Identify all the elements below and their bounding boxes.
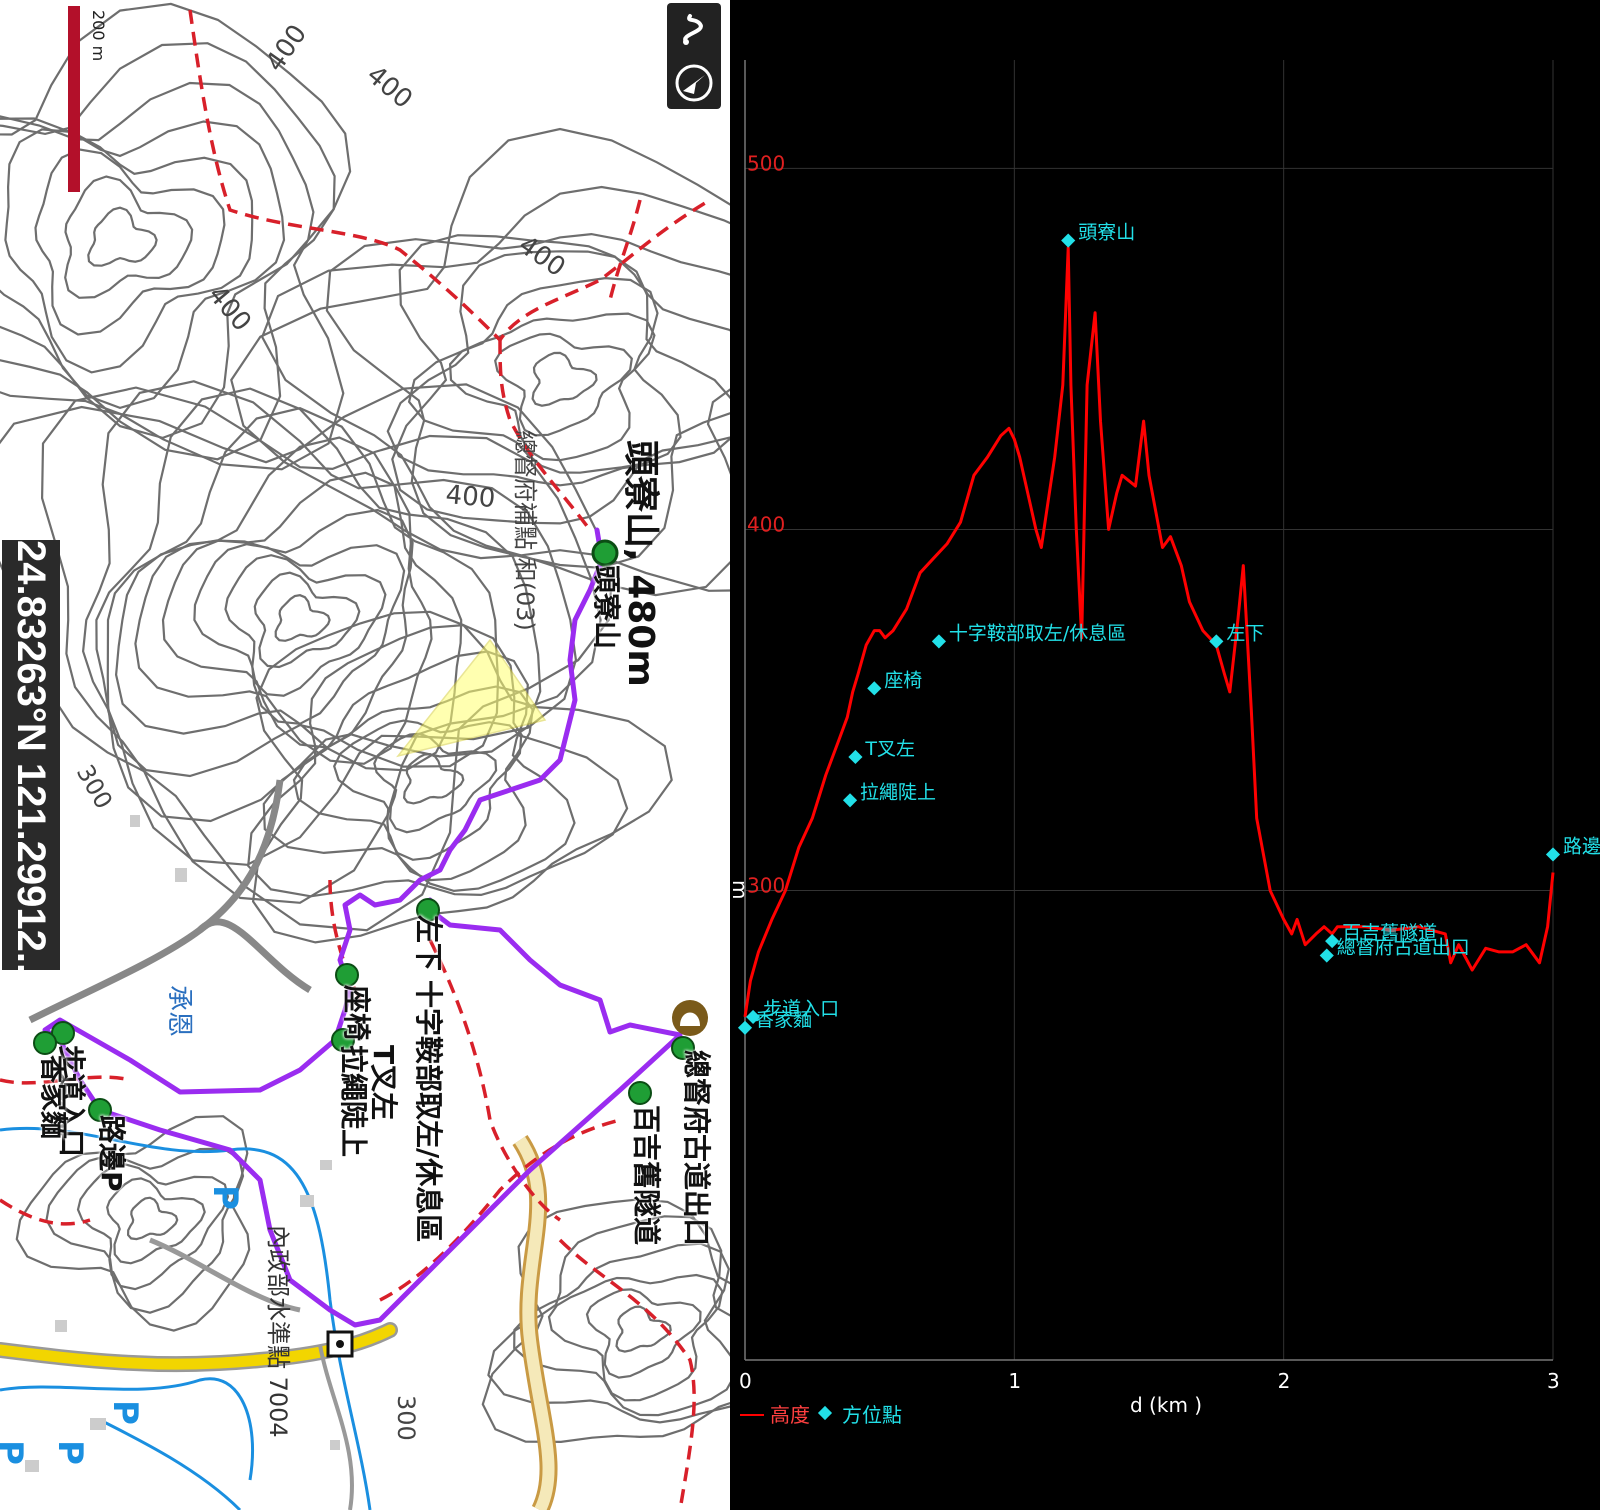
elevation-profile-chart[interactable]: 0 1 2 3 300 400 500 香家麵 步道入口 拉繩陡上 T叉左 座椅 十字鞍部取左/休息區… (730, 0, 1600, 1510)
legend-elevation-label: 高度 (770, 1403, 810, 1427)
parking-label: P (0, 1440, 30, 1465)
contour-line (0, 2, 352, 471)
y-tick-label: 500 (747, 151, 785, 175)
chart-axes: 0 1 2 3300400500 (739, 60, 1560, 1393)
coordinate-readout: 24.83263°N 121.29912... (9, 540, 53, 970)
waypoint-label-tunnel: 百吉舊隧道 (630, 1105, 663, 1246)
waypoint-point[interactable] (1545, 847, 1561, 862)
waypoint-point-label: T叉左 (864, 738, 915, 760)
contour-line (547, 1273, 724, 1402)
map-controls (667, 3, 721, 109)
contour-line (95, 387, 542, 823)
chart-canvas: 0 1 2 3300400500 香家麵步道入口拉繩陡上T叉左座椅十字鞍部取左/休息區… (730, 60, 1600, 1427)
waypoint-marker[interactable] (335, 963, 359, 987)
level-point-icon (326, 1330, 354, 1358)
waypoint-point-label: 總督府古道出口 (1337, 937, 1470, 959)
compass-icon[interactable] (667, 56, 721, 109)
x-tick-label: 0 (739, 1369, 752, 1393)
contour-line (126, 1196, 179, 1241)
waypoint-point[interactable] (737, 1020, 753, 1035)
contour-line (87, 206, 158, 267)
contour-label: 300 (392, 1395, 420, 1441)
waypoint-point-label: 拉繩陡上 (860, 781, 936, 803)
parking-label: P (105, 1400, 145, 1425)
route-icon[interactable] (667, 3, 721, 56)
waypoint-point-label: 頭寮山 (1078, 222, 1135, 244)
contour-line (262, 650, 576, 893)
waypoint-point[interactable] (1209, 634, 1224, 649)
contour-line (531, 351, 598, 407)
waypoint-point-label: 十字鞍部取左/休息區 (949, 622, 1126, 644)
contour-line (615, 1305, 672, 1353)
topographic-map[interactable]: 200 m 24.83263°N 121.29912... 頭寮山, 480m … (0, 0, 730, 1510)
chart-legend: 高度 方位點 (740, 1403, 902, 1427)
benchmark-label: 總督府補點 和(03) (511, 430, 539, 631)
x-axis-label: d (km ) (1130, 1393, 1202, 1417)
contour-line (64, 175, 194, 299)
waypoint-point[interactable] (842, 793, 858, 808)
parking-label: P (50, 1440, 90, 1465)
waypoint-point-label: 左下 (1226, 622, 1264, 644)
y-tick-label: 400 (747, 512, 785, 536)
waypoint-label-rope: 拉繩陡上 (337, 1045, 370, 1158)
x-tick-label: 1 (1008, 1369, 1021, 1393)
contour-line (274, 594, 331, 642)
elevation-series-line (743, 246, 1555, 1018)
waypoint-point[interactable] (1061, 233, 1076, 248)
waypoint-label-noodle: 香家麵 (37, 1055, 70, 1140)
waypoint-label-turn-left: 左下 (412, 915, 445, 972)
scale-label: 200 m (89, 10, 108, 62)
parking-label: P (205, 1185, 245, 1210)
contour-line (494, 332, 633, 437)
waypoint-marker[interactable] (591, 539, 619, 567)
waypoint-label-parking: 路邊P (95, 1115, 128, 1192)
waypoint-point-label: 步道入口 (763, 998, 839, 1020)
contour-lines (0, 2, 730, 1444)
scale-bar (68, 6, 80, 192)
contour-line (0, 81, 315, 440)
waypoint-label-saddle: 十字鞍部取左/休息區 (412, 980, 445, 1243)
summit-label: 頭寮山, 480m (620, 440, 661, 687)
waypoint-marker[interactable] (628, 1081, 652, 1105)
waypoint-point[interactable] (1319, 948, 1334, 963)
map-canvas[interactable] (0, 0, 730, 1510)
waypoint-point[interactable] (867, 681, 882, 696)
waypoint-point[interactable] (848, 749, 863, 765)
waypoint-points: 香家麵步道入口拉繩陡上T叉左座椅十字鞍部取左/休息區頭寮山左下百吉舊隧道總督府古… (737, 222, 1600, 1035)
waypoint-point-label: 座椅 (884, 669, 922, 691)
level-point-label: 內政部水準點 7004 (264, 1225, 292, 1438)
legend-waypoint-label: 方位點 (842, 1403, 902, 1427)
contour-line (34, 148, 226, 336)
y-axis-label: m (730, 880, 752, 899)
x-tick-label: 2 (1278, 1369, 1291, 1393)
waypoint-label-summit: 頭寮山 (590, 565, 623, 650)
view-cone (396, 638, 547, 758)
contour-line (134, 471, 433, 765)
waypoint-label-bench: 座椅 (340, 985, 373, 1042)
contour-label: 400 (444, 480, 497, 515)
waypoint-point-label: 路邊P (1563, 835, 1600, 857)
chart-grid (744, 60, 1554, 1360)
tunnel-icon (672, 1000, 708, 1036)
legend-waypoint-swatch (817, 1405, 833, 1421)
waypoint-point[interactable] (931, 634, 946, 649)
river-label: 承恩 (164, 985, 194, 1038)
contour-line (253, 571, 361, 669)
waypoint-label-trail-exit: 總督府古道出口 (680, 1050, 713, 1247)
contour-line (585, 1288, 702, 1379)
x-tick-label: 3 (1547, 1369, 1560, 1393)
